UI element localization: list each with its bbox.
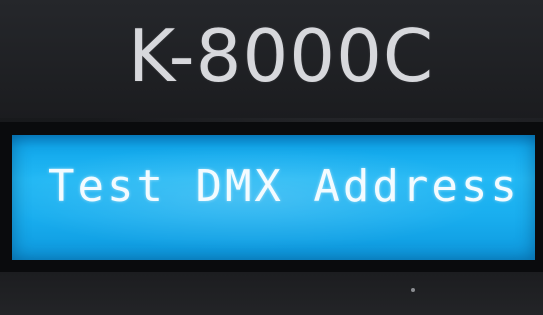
lcd-display: Test DMX Address: [12, 135, 535, 260]
lcd-message: Test DMX Address: [48, 161, 520, 212]
model-label: K-8000C: [128, 14, 435, 98]
controller-device: K-8000C Test DMX Address: [0, 0, 543, 315]
panel-dot: [411, 288, 415, 292]
front-panel-lower: [0, 272, 543, 315]
